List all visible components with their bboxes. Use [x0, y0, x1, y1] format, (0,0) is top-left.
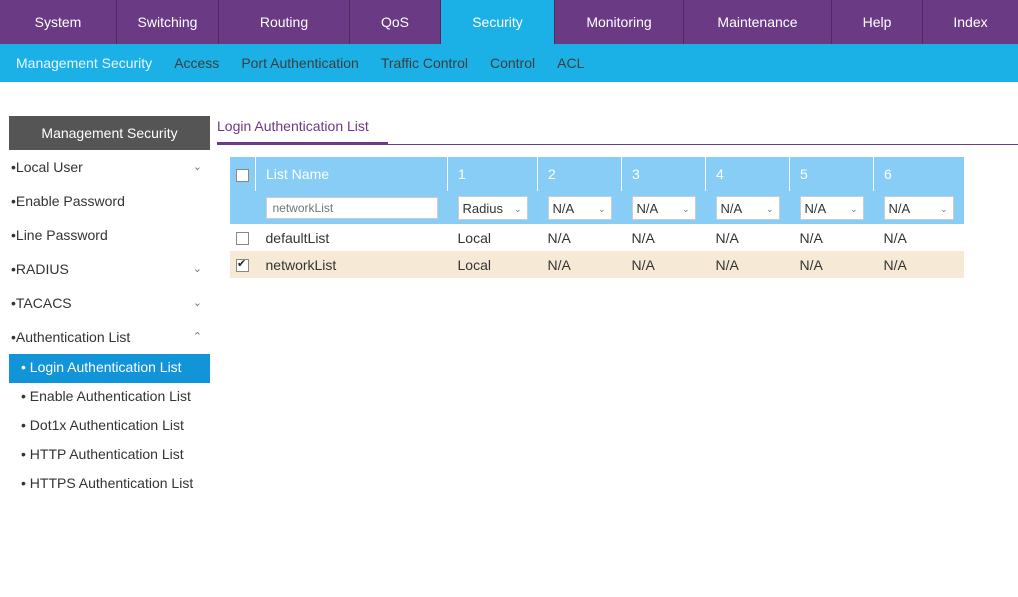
sidebar-item-line-password[interactable]: •Line Password: [9, 218, 210, 252]
table-header-row: List Name 1 2 3 4 5 6: [230, 157, 964, 191]
row-checkbox-checked[interactable]: [236, 257, 249, 273]
nav-tab-system[interactable]: System: [0, 0, 117, 44]
subnav-management-security[interactable]: Management Security: [16, 55, 152, 71]
header-4: 4: [705, 157, 790, 191]
tab-active-indicator: [217, 142, 388, 145]
top-nav: System Switching Routing QoS Security Mo…: [0, 0, 1018, 44]
chevron-down-icon: ⌄: [192, 161, 202, 173]
method-1-select[interactable]: Radius ⌄: [457, 195, 528, 220]
sidebar-item-local-user[interactable]: •Local User ⌄: [9, 150, 210, 184]
nav-tab-help[interactable]: Help: [832, 0, 923, 44]
table-cell: Local: [457, 229, 491, 246]
sidebar-item-authentication-list[interactable]: •Authentication List ⌃: [9, 320, 210, 354]
table-edit-row: Radius⌄ N/A⌄ N/A⌄ N/A⌄ N/A⌄ N/A⌄: [230, 191, 964, 224]
sidebar-item-label: •Enable Password: [11, 193, 125, 209]
sidebar-subitem-http-authentication-list[interactable]: • HTTP Authentication List: [9, 441, 210, 470]
table-cell: N/A: [631, 229, 655, 246]
header-6: 6: [873, 157, 964, 191]
select-all-checkbox[interactable]: [236, 168, 249, 182]
table-cell: N/A: [873, 251, 964, 278]
method-3-select[interactable]: N/A ⌄: [631, 195, 696, 220]
sidebar-item-label: •Local User: [11, 159, 83, 175]
header-list-name: List Name: [255, 157, 448, 191]
table-row-selected[interactable]: networkList Local N/A N/A N/A N/A N/A: [230, 251, 964, 278]
sidebar-item-radius[interactable]: •RADIUS ⌄: [9, 252, 210, 286]
subnav-acl[interactable]: ACL: [557, 55, 584, 71]
sidebar-subitem-enable-authentication-list[interactable]: • Enable Authentication List: [9, 383, 210, 412]
nav-tab-index[interactable]: Index: [923, 0, 1018, 44]
table-cell: N/A: [799, 229, 823, 246]
method-5-select[interactable]: N/A ⌄: [799, 195, 864, 220]
authentication-list-table: List Name 1 2 3 4 5 6 Radius⌄ N/A⌄ N/A⌄ …: [230, 157, 964, 278]
subnav-access[interactable]: Access: [174, 55, 219, 71]
sidebar-item-label: •RADIUS: [11, 261, 69, 277]
subnav-traffic-control[interactable]: Traffic Control: [381, 55, 468, 71]
sidebar-subitem-login-authentication-list[interactable]: • Login Authentication List: [9, 354, 210, 383]
nav-tab-security[interactable]: Security: [441, 0, 555, 44]
header-3: 3: [621, 157, 706, 191]
select-all-cell: [230, 157, 256, 191]
table-cell: networkList: [255, 251, 448, 278]
table-cell: N/A: [705, 251, 790, 278]
sub-nav: Management Security Access Port Authenti…: [0, 44, 1018, 82]
sidebar: •Local User ⌄ •Enable Password •Line Pas…: [9, 150, 210, 499]
table-cell: N/A: [715, 229, 739, 246]
table-cell: N/A: [789, 251, 874, 278]
table-row[interactable]: defaultList Local N/A N/A N/A N/A N/A: [230, 224, 964, 251]
sidebar-subitem-dot1x-authentication-list[interactable]: • Dot1x Authentication List: [9, 412, 210, 441]
chevron-down-icon: ⌄: [513, 203, 522, 214]
table-cell: N/A: [883, 229, 907, 246]
chevron-down-icon: ⌄: [765, 203, 774, 214]
chevron-down-icon: ⌄: [192, 297, 202, 309]
nav-tab-maintenance[interactable]: Maintenance: [684, 0, 832, 44]
sidebar-header: Management Security: [9, 116, 210, 150]
method-2-select[interactable]: N/A ⌄: [547, 195, 612, 220]
chevron-down-icon: ⌄: [597, 203, 606, 214]
table-cell: N/A: [547, 229, 571, 246]
nav-tab-qos[interactable]: QoS: [350, 0, 441, 44]
table-cell: Local: [447, 251, 538, 278]
sidebar-item-label: •Authentication List: [11, 329, 131, 345]
sidebar-item-tacacs[interactable]: •TACACS ⌄: [9, 286, 210, 320]
nav-tab-routing[interactable]: Routing: [219, 0, 350, 44]
chevron-down-icon: ⌄: [681, 203, 690, 214]
table-cell: N/A: [537, 251, 622, 278]
subnav-port-authentication[interactable]: Port Authentication: [241, 55, 359, 71]
header-1: 1: [447, 157, 538, 191]
sidebar-item-label: •TACACS: [11, 295, 72, 311]
header-2: 2: [537, 157, 622, 191]
row-checkbox[interactable]: [236, 232, 249, 246]
chevron-up-icon: ⌃: [192, 331, 202, 343]
chevron-down-icon: ⌄: [192, 263, 202, 275]
list-name-input[interactable]: [265, 196, 438, 219]
method-6-select[interactable]: N/A ⌄: [883, 195, 954, 220]
chevron-down-icon: ⌄: [939, 203, 948, 214]
sidebar-item-enable-password[interactable]: •Enable Password: [9, 184, 210, 218]
nav-tab-switching[interactable]: Switching: [117, 0, 219, 44]
header-5: 5: [789, 157, 874, 191]
subnav-control[interactable]: Control: [490, 55, 535, 71]
table-cell: defaultList: [265, 229, 330, 246]
chevron-down-icon: ⌄: [849, 203, 858, 214]
method-4-select[interactable]: N/A ⌄: [715, 195, 780, 220]
table-cell: N/A: [621, 251, 706, 278]
sidebar-subitem-https-authentication-list[interactable]: • HTTPS Authentication List: [9, 470, 210, 499]
tab-login-authentication-list[interactable]: Login Authentication List: [217, 118, 369, 134]
nav-tab-monitoring[interactable]: Monitoring: [555, 0, 684, 44]
sidebar-item-label: •Line Password: [11, 227, 108, 243]
